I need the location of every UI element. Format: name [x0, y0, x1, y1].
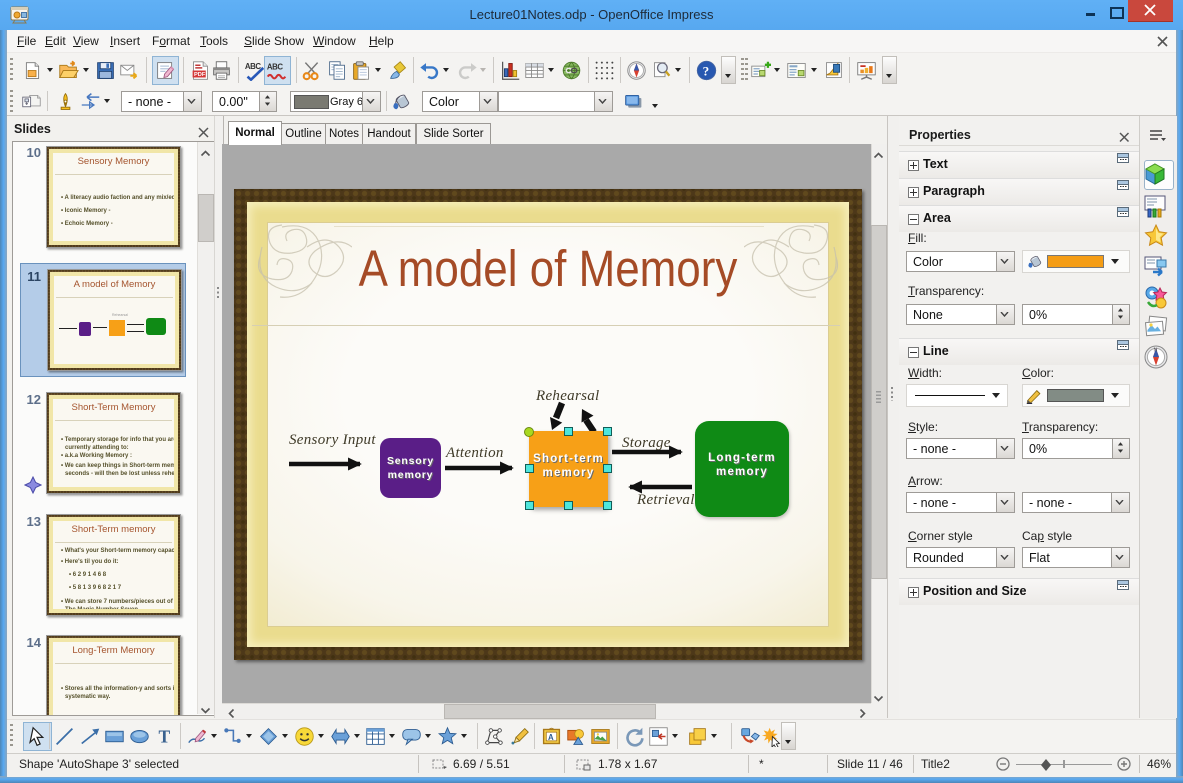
svg-text:A: A — [548, 733, 554, 742]
svg-text:ABC: ABC — [266, 62, 282, 71]
svg-text:PDF: PDF — [193, 72, 205, 78]
svg-text:?: ? — [702, 63, 709, 78]
svg-text:ABC: ABC — [244, 61, 260, 70]
svg-text:N: N — [1154, 348, 1158, 354]
svg-text:T: T — [158, 726, 170, 746]
